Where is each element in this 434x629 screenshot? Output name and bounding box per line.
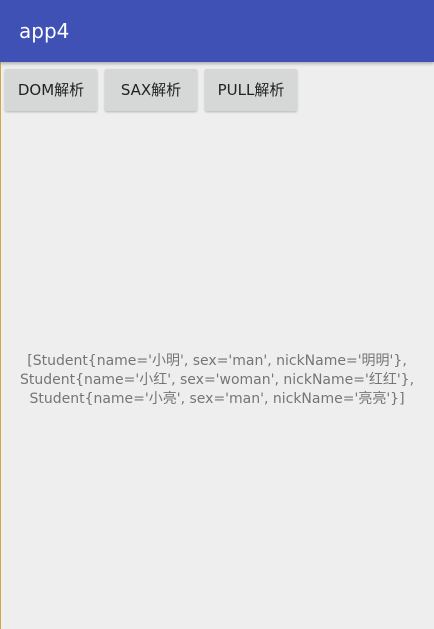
app-bar: app4 xyxy=(0,0,434,62)
pull-parse-button[interactable]: PULL解析 xyxy=(205,69,297,111)
sax-parse-button[interactable]: SAX解析 xyxy=(105,69,197,111)
dom-parse-button[interactable]: DOM解析 xyxy=(5,69,97,111)
result-line: Student{name='小亮', sex='man', nickName='… xyxy=(29,391,405,407)
app-title: app4 xyxy=(19,19,70,43)
result-line: [Student{name='小明', sex='man', nickName=… xyxy=(27,353,407,369)
parse-result-text: [Student{name='小明', sex='man', nickName=… xyxy=(0,352,434,409)
window-left-border xyxy=(0,0,1,629)
result-line: Student{name='小红', sex='woman', nickName… xyxy=(19,372,415,388)
